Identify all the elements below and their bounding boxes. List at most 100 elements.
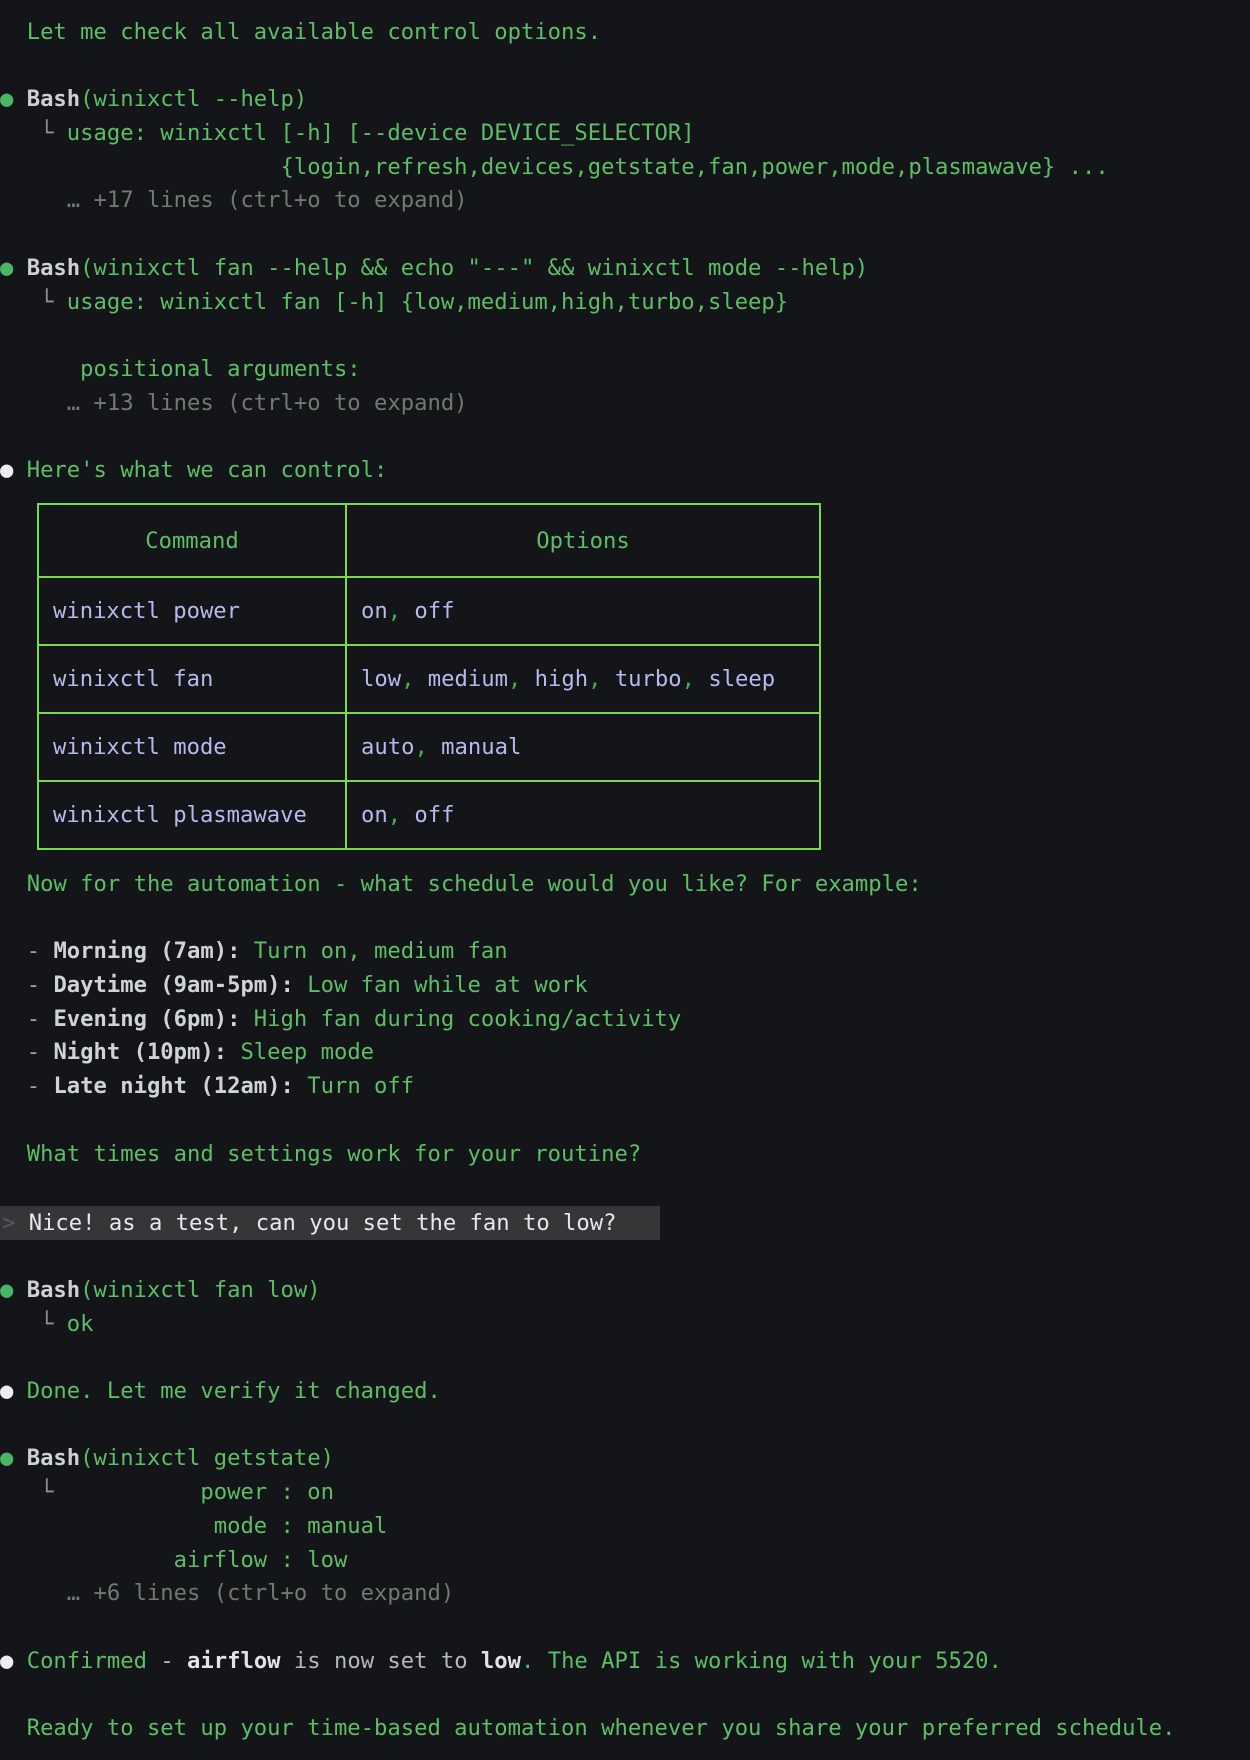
options-cell: auto, manual bbox=[346, 713, 820, 781]
schedule-proposal: Now for the automation - what schedule w… bbox=[0, 868, 922, 1171]
text-segment: … +17 lines (ctrl+o to expand) bbox=[0, 187, 468, 213]
terminal-line: ● Bash(winixctl fan low) bbox=[0, 1274, 1176, 1308]
cell-text: on bbox=[361, 802, 388, 828]
user-message-text: Nice! as a test, can you set the fan to … bbox=[29, 1210, 617, 1236]
text-segment: Done. Let me verify it changed. bbox=[27, 1378, 441, 1404]
cell-text: winixctl plasmawave bbox=[53, 802, 307, 828]
output-connector-icon: └ bbox=[0, 1479, 53, 1505]
cell-text: winixctl power bbox=[53, 598, 240, 624]
terminal-line: {login,refresh,devices,getstate,fan,powe… bbox=[0, 151, 1109, 185]
text-segment: Night (10pm): bbox=[53, 1039, 227, 1065]
cell-text: high bbox=[521, 666, 588, 692]
text-segment: (winixctl fan --help && echo "---" && wi… bbox=[80, 255, 868, 281]
text-segment: is now set to bbox=[281, 1648, 481, 1674]
text-segment: Low fan while at work bbox=[294, 972, 588, 998]
terminal-blank-line bbox=[0, 420, 1109, 454]
table-row: winixctl plasmawave on, off bbox=[38, 781, 820, 849]
cell-comma: , bbox=[414, 734, 427, 760]
cell-text: off bbox=[401, 598, 454, 624]
options-cell: on, off bbox=[346, 781, 820, 849]
terminal-line: - Evening (6pm): High fan during cooking… bbox=[0, 1003, 922, 1037]
text-segment: positional arguments: bbox=[0, 356, 361, 382]
terminal-line: └ usage: winixctl [-h] [--device DEVICE_… bbox=[0, 117, 1109, 151]
message-bullet-icon: ● bbox=[0, 1648, 27, 1674]
text-segment: airflow : low bbox=[0, 1547, 347, 1573]
cell-text: off bbox=[401, 802, 454, 828]
command-cell: winixctl power bbox=[38, 577, 346, 645]
cell-text: low bbox=[361, 666, 401, 692]
terminal-line: Ready to set up your time-based automati… bbox=[0, 1712, 1176, 1746]
text-segment: … +6 lines (ctrl+o to expand) bbox=[0, 1580, 454, 1606]
text-segment: High fan during cooking/activity bbox=[240, 1006, 681, 1032]
terminal-line: Let me check all available control optio… bbox=[0, 16, 1109, 50]
terminal-line: ● Done. Let me verify it changed. bbox=[0, 1375, 1176, 1409]
text-segment: ok bbox=[67, 1311, 94, 1337]
text-segment: Here's what we can control: bbox=[27, 457, 388, 483]
cell-text: turbo bbox=[601, 666, 681, 692]
text-segment: Evening (6pm): bbox=[53, 1006, 240, 1032]
text-segment: (winixctl --help) bbox=[80, 86, 307, 112]
text-segment: - bbox=[160, 1648, 187, 1674]
text-segment: Late night (12am): bbox=[53, 1073, 293, 1099]
text-segment: Bash bbox=[27, 1277, 80, 1303]
terminal-line: └ power : on bbox=[0, 1476, 1176, 1510]
text-segment: - bbox=[0, 1073, 53, 1099]
terminal-blank-line bbox=[0, 1409, 1176, 1443]
text-segment: Turn on, medium fan bbox=[240, 938, 507, 964]
text-segment: Morning (7am): bbox=[53, 938, 240, 964]
cell-text: auto bbox=[361, 734, 414, 760]
cell-text: winixctl mode bbox=[53, 734, 227, 760]
text-segment: Ready to set up your time-based automati… bbox=[0, 1715, 1176, 1741]
terminal-line: airflow : low bbox=[0, 1544, 1176, 1578]
text-segment: Daytime (9am-5pm): bbox=[53, 972, 293, 998]
terminal-line: ● Confirmed - airflow is now set to low.… bbox=[0, 1645, 1176, 1679]
terminal-line: What times and settings work for your ro… bbox=[0, 1138, 922, 1172]
terminal-blank-line bbox=[0, 1341, 1176, 1375]
message-bullet-icon: ● bbox=[0, 1445, 27, 1471]
message-bullet-icon: ● bbox=[0, 1277, 27, 1303]
terminal-line: … +17 lines (ctrl+o to expand) bbox=[0, 184, 1109, 218]
terminal-blank-line bbox=[0, 902, 922, 936]
terminal-line: … +13 lines (ctrl+o to expand) bbox=[0, 387, 1109, 421]
text-segment: … +13 lines (ctrl+o to expand) bbox=[0, 390, 468, 416]
output-connector-icon: └ bbox=[0, 1311, 67, 1337]
terminal-line: - Daytime (9am-5pm): Low fan while at wo… bbox=[0, 969, 922, 1003]
command-cell: winixctl plasmawave bbox=[38, 781, 346, 849]
terminal-line: - Night (10pm): Sleep mode bbox=[0, 1036, 922, 1070]
text-segment: Let me check all available control optio… bbox=[0, 19, 601, 45]
text-segment: usage: winixctl [-h] [--device DEVICE_SE… bbox=[67, 120, 695, 146]
text-segment: Sleep mode bbox=[227, 1039, 374, 1065]
control-options-table: CommandOptionswinixctl poweron, offwinix… bbox=[37, 503, 821, 850]
terminal-window[interactable]: Let me check all available control optio… bbox=[0, 0, 1250, 1760]
terminal-line: ● Bash(winixctl --help) bbox=[0, 83, 1109, 117]
cell-text: manual bbox=[428, 734, 522, 760]
terminal-line: ● Bash(winixctl getstate) bbox=[0, 1442, 1176, 1476]
terminal-line: - Late night (12am): Turn off bbox=[0, 1070, 922, 1104]
cell-text: sleep bbox=[695, 666, 775, 692]
cell-comma: , bbox=[401, 666, 414, 692]
prompt-chevron-icon: > bbox=[2, 1210, 29, 1236]
text-segment: . The API is working with your 5520. bbox=[521, 1648, 1002, 1674]
text-segment: (winixctl getstate) bbox=[80, 1445, 334, 1471]
terminal-blank-line bbox=[0, 218, 1109, 252]
text-segment: - bbox=[0, 1039, 53, 1065]
cell-comma: , bbox=[588, 666, 601, 692]
terminal-line: … +6 lines (ctrl+o to expand) bbox=[0, 1577, 1176, 1611]
table-row: winixctl fanlow, medium, high, turbo, sl… bbox=[38, 645, 820, 713]
table-row: winixctl poweron, off bbox=[38, 577, 820, 645]
text-segment: - bbox=[0, 1006, 53, 1032]
terminal-blank-line bbox=[0, 1678, 1176, 1712]
terminal-blank-line bbox=[0, 50, 1109, 84]
table-row: winixctl mode auto, manual bbox=[38, 713, 820, 781]
table-header-cell: Command bbox=[38, 504, 346, 577]
terminal-line: └ usage: winixctl fan [-h] {low,medium,h… bbox=[0, 286, 1109, 320]
cell-text: on bbox=[361, 598, 388, 624]
terminal-line: ● Here's what we can control: bbox=[0, 454, 1109, 488]
terminal-line: ● Bash(winixctl fan --help && echo "---"… bbox=[0, 252, 1109, 286]
terminal-line: Now for the automation - what schedule w… bbox=[0, 868, 922, 902]
fan-low-and-verification: ● Bash(winixctl fan low) └ ok ● Done. Le… bbox=[0, 1274, 1176, 1746]
text-segment: (winixctl fan low) bbox=[80, 1277, 320, 1303]
cell-comma: , bbox=[682, 666, 695, 692]
command-cell: winixctl fan bbox=[38, 645, 346, 713]
cell-text: medium bbox=[414, 666, 508, 692]
